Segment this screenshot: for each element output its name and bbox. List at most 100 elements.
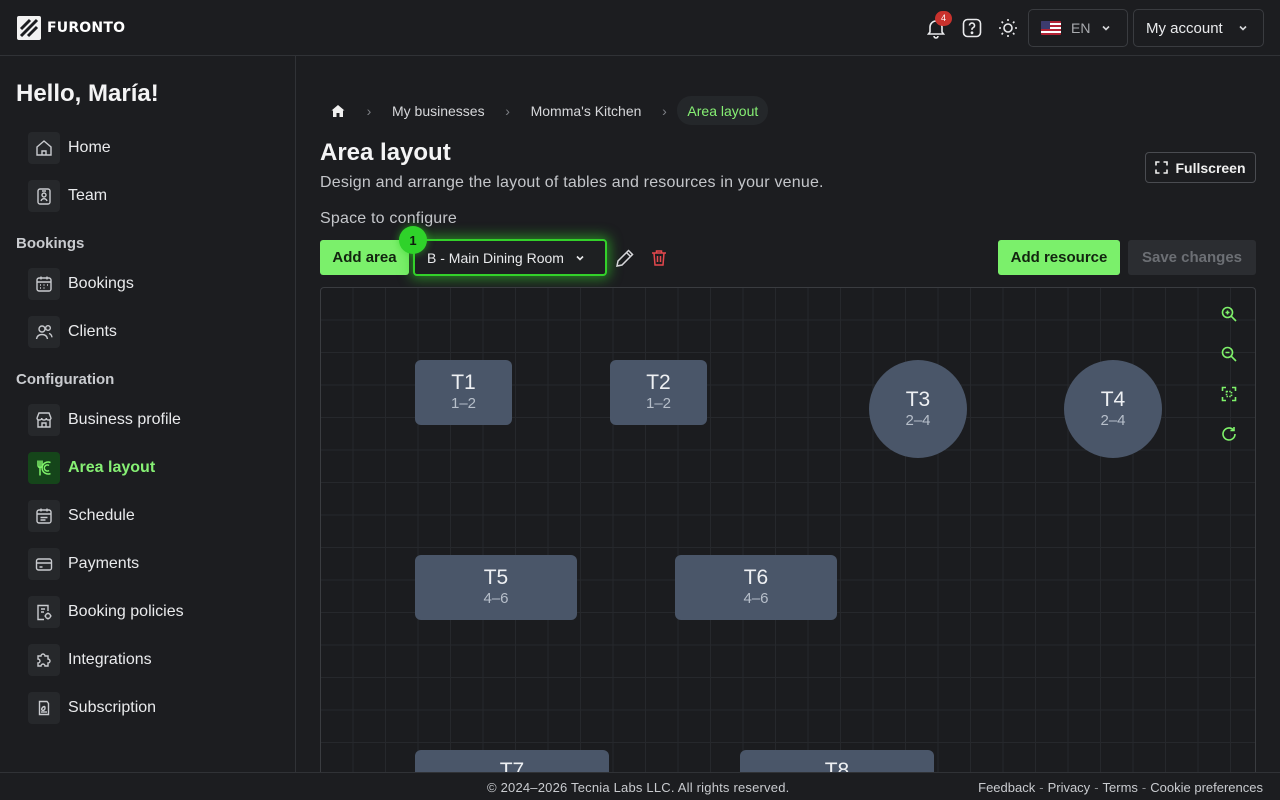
us-flag-icon	[1041, 21, 1061, 35]
breadcrumb-current: Area layout	[677, 96, 769, 125]
footer-links: Feedback - Privacy - Terms - Cookie pref…	[978, 780, 1263, 795]
breadcrumb: › My businesses › Momma's Kitchen › Area…	[320, 96, 769, 125]
page-title: Area layout	[320, 139, 451, 166]
page-description: Design and arrange the layout of tables …	[320, 174, 824, 191]
footer-link-privacy[interactable]: Privacy	[1048, 780, 1091, 795]
sidebar-item-label: Integrations	[68, 651, 152, 668]
table-capacity: 2–4	[905, 411, 931, 429]
selected-area-value: B - Main Dining Room	[427, 249, 564, 266]
section-title-bookings: Bookings	[16, 235, 85, 252]
table-t4[interactable]: T4 2–4	[1064, 360, 1162, 458]
account-label: My account	[1146, 19, 1223, 37]
card-icon	[28, 548, 60, 580]
table-t6[interactable]: T6 4–6	[675, 555, 837, 620]
sidebar-item-business-profile[interactable]: Business profile	[28, 404, 278, 436]
store-icon	[28, 404, 60, 436]
sidebar-item-clients[interactable]: Clients	[28, 316, 278, 348]
table-capacity: 1–2	[450, 395, 477, 412]
breadcrumb-home-icon[interactable]	[320, 96, 356, 125]
breadcrumb-mommas-kitchen[interactable]: Momma's Kitchen	[521, 96, 652, 125]
breadcrumb-my-businesses[interactable]: My businesses	[382, 96, 495, 125]
section-title-configuration: Configuration	[16, 371, 115, 388]
notification-count-badge: 4	[935, 11, 952, 26]
breadcrumb-separator-icon: ›	[662, 102, 667, 119]
table-capacity: 4–6	[483, 590, 509, 607]
sidebar-item-booking-policies[interactable]: Booking policies	[28, 596, 278, 628]
zoom-in-icon[interactable]	[1218, 303, 1240, 325]
brand-logo[interactable]: FURONTO	[17, 16, 125, 40]
table-name: T3	[905, 387, 931, 411]
footer-separator: -	[1141, 780, 1147, 795]
sidebar-item-area-layout[interactable]: Area layout	[28, 452, 278, 484]
logo-mark-icon	[17, 16, 41, 40]
footer-link-feedback[interactable]: Feedback	[978, 780, 1035, 795]
sidebar-item-label: Payments	[68, 555, 140, 572]
sidebar-item-label: Schedule	[68, 507, 135, 524]
zoom-out-icon[interactable]	[1218, 343, 1240, 365]
footer-link-terms[interactable]: Terms	[1103, 780, 1138, 795]
table-name: T6	[743, 566, 769, 589]
chevron-down-icon	[576, 255, 584, 261]
footer-separator: -	[1039, 780, 1044, 795]
sidebar-item-bookings[interactable]: Bookings	[28, 268, 278, 300]
table-t2[interactable]: T2 1–2	[610, 360, 707, 425]
home-icon	[28, 132, 60, 164]
table-name: T4	[1100, 387, 1126, 411]
fit-to-screen-icon[interactable]	[1218, 383, 1240, 405]
sidebar-item-label: Business profile	[68, 411, 181, 428]
sidebar-item-label: Subscription	[68, 699, 157, 716]
fullscreen-icon	[1155, 161, 1169, 174]
fullscreen-button[interactable]: Fullscreen	[1145, 152, 1256, 183]
table-capacity: 2–4	[1100, 411, 1126, 429]
puzzle-icon	[28, 644, 60, 676]
table-t3[interactable]: T3 2–4	[869, 360, 967, 458]
sidebar-item-team[interactable]: Team	[28, 180, 278, 212]
sidebar-item-schedule[interactable]: Schedule	[28, 500, 278, 532]
table-name: T1	[451, 371, 476, 394]
chevron-down-icon	[1239, 25, 1247, 31]
sidebar-item-label: Booking policies	[68, 603, 184, 620]
sidebar-item-label: Bookings	[68, 275, 134, 292]
sidebar-item-label: Clients	[68, 323, 117, 340]
breadcrumb-separator-icon: ›	[505, 102, 510, 119]
copyright-text: © 2024–2026 Tecnia Labs LLC. All rights …	[487, 780, 790, 795]
space-to-configure-label: Space to configure	[320, 210, 458, 227]
sidebar-item-label: Area layout	[68, 459, 156, 476]
step-number-badge: 1	[399, 226, 427, 254]
table-capacity: 1–2	[645, 395, 672, 412]
table-capacity: 4–6	[743, 590, 769, 607]
footer-link-cookie-preferences[interactable]: Cookie preferences	[1150, 780, 1263, 795]
team-badge-icon	[28, 180, 60, 212]
sidebar: Hello, María! Home Team Bookings Booking…	[0, 56, 296, 772]
add-area-button[interactable]: Add area	[320, 240, 409, 275]
footer-separator: -	[1094, 780, 1099, 795]
policy-icon	[28, 596, 60, 628]
subscription-icon	[28, 692, 60, 724]
footer: © 2024–2026 Tecnia Labs LLC. All rights …	[0, 772, 1280, 800]
help-icon[interactable]	[960, 16, 984, 40]
table-name: T5	[483, 566, 509, 589]
sidebar-item-subscription[interactable]: Subscription	[28, 692, 278, 724]
sidebar-item-integrations[interactable]: Integrations	[28, 644, 278, 676]
edit-area-pencil-icon[interactable]	[614, 247, 636, 269]
sidebar-item-payments[interactable]: Payments	[28, 548, 278, 580]
language-selector[interactable]: EN	[1028, 9, 1128, 47]
greeting: Hello, María!	[16, 80, 159, 107]
add-resource-button[interactable]: Add resource	[998, 240, 1120, 275]
table-t5[interactable]: T5 4–6	[415, 555, 577, 620]
brand-name: FURONTO	[47, 20, 126, 36]
reset-view-icon[interactable]	[1218, 423, 1240, 445]
save-changes-button[interactable]: Save changes	[1128, 240, 1256, 275]
table-t1[interactable]: T1 1–2	[415, 360, 512, 425]
calendar-icon	[28, 268, 60, 300]
utensils-icon	[28, 452, 60, 484]
delete-area-trash-icon[interactable]	[648, 247, 670, 269]
theme-toggle-sun-icon[interactable]	[996, 16, 1020, 40]
users-icon	[28, 316, 60, 348]
area-select-dropdown[interactable]: B - Main Dining Room	[413, 239, 607, 276]
account-menu-button[interactable]: My account	[1133, 9, 1264, 47]
table-name: T2	[646, 371, 671, 394]
top-bar: FURONTO 4 EN My account	[0, 0, 1280, 56]
layout-canvas[interactable]: T1 1–2 T2 1–2 T3 2–4 T4 2–4 T5 4–6 T6 4–…	[320, 287, 1256, 777]
sidebar-item-home[interactable]: Home	[28, 132, 278, 164]
